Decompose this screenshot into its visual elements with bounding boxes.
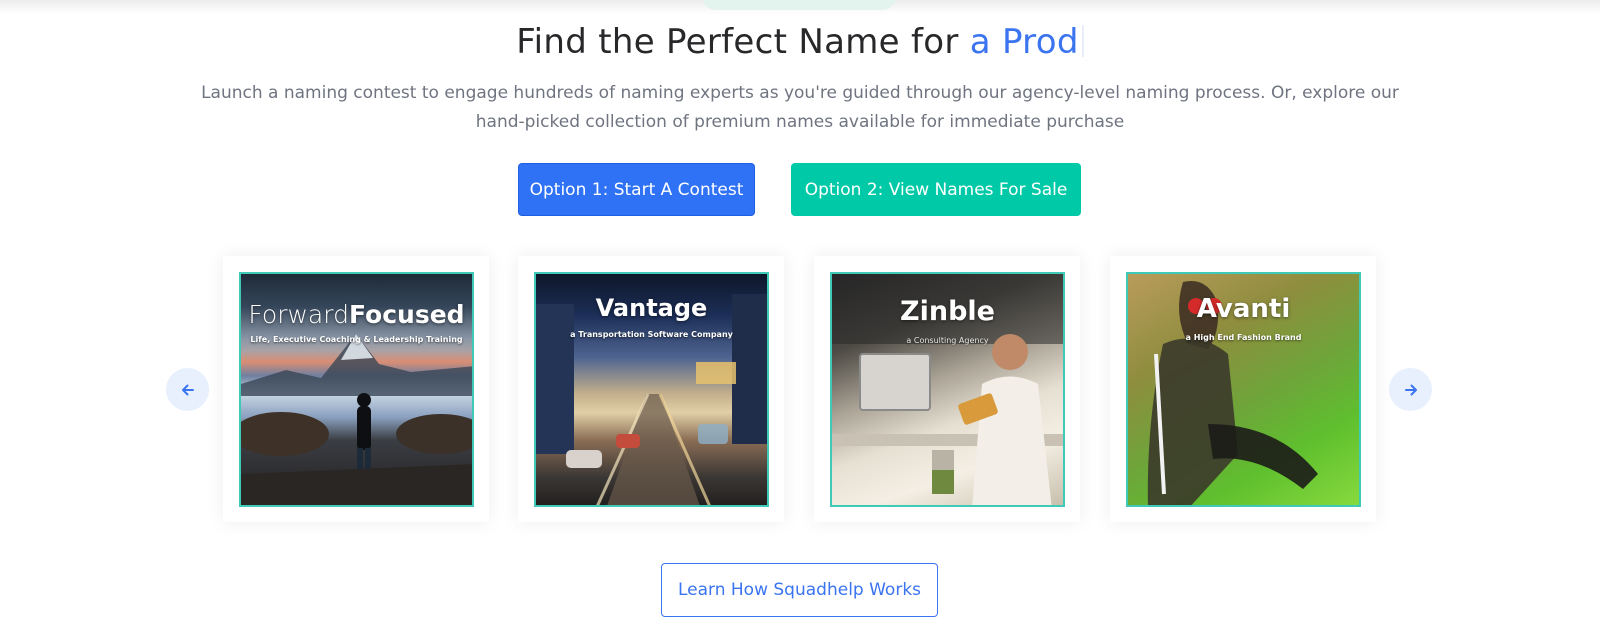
- page-subtitle: Launch a naming contest to engage hundre…: [201, 83, 1399, 132]
- view-names-for-sale-button[interactable]: Option 2: View Names For Sale: [791, 163, 1081, 216]
- page-title-highlight: a Prod: [969, 22, 1079, 62]
- card-subtitle: a Consulting Agency: [906, 336, 989, 345]
- start-contest-button[interactable]: Option 1: Start A Contest: [518, 163, 755, 216]
- carousel-card-vantage[interactable]: Vantage a Transportation Software Compan…: [518, 256, 784, 522]
- typing-caret: [1081, 25, 1084, 57]
- card-subtitle: a High End Fashion Brand: [1185, 333, 1302, 342]
- top-pill: [702, 0, 896, 10]
- carousel-next-button[interactable]: [1389, 368, 1432, 411]
- card-image: Avanti a High End Fashion Brand: [1126, 272, 1361, 507]
- carousel-card-zinble[interactable]: Zinble a Consulting Agency: [814, 256, 1080, 522]
- card-image: Vantage a Transportation Software Compan…: [534, 272, 769, 507]
- arrow-right-icon: [1404, 384, 1417, 395]
- learn-how-it-works-button[interactable]: Learn How Squadhelp Works: [661, 563, 938, 617]
- carousel-card-forwardfocused[interactable]: ForwardFocused Life, Executive Coaching …: [223, 256, 489, 522]
- carousel-card-avanti[interactable]: Avanti a High End Fashion Brand: [1110, 256, 1376, 522]
- card-subtitle: a Transportation Software Company: [570, 330, 733, 339]
- page-title: Find the Perfect Name for a Prod: [0, 22, 1600, 62]
- card-image: Zinble a Consulting Agency: [830, 272, 1065, 507]
- card-title: ForwardFocused: [248, 300, 465, 329]
- card-subtitle: Life, Executive Coaching & Leadership Tr…: [250, 335, 463, 344]
- carousel-prev-button[interactable]: [166, 368, 209, 411]
- card-title: Avanti: [1196, 294, 1291, 324]
- card-title: Vantage: [595, 294, 708, 322]
- arrow-left-icon: [181, 384, 194, 395]
- card-title: Zinble: [900, 296, 995, 327]
- page-title-text: Find the Perfect Name for: [516, 22, 970, 62]
- card-image: ForwardFocused Life, Executive Coaching …: [239, 272, 474, 507]
